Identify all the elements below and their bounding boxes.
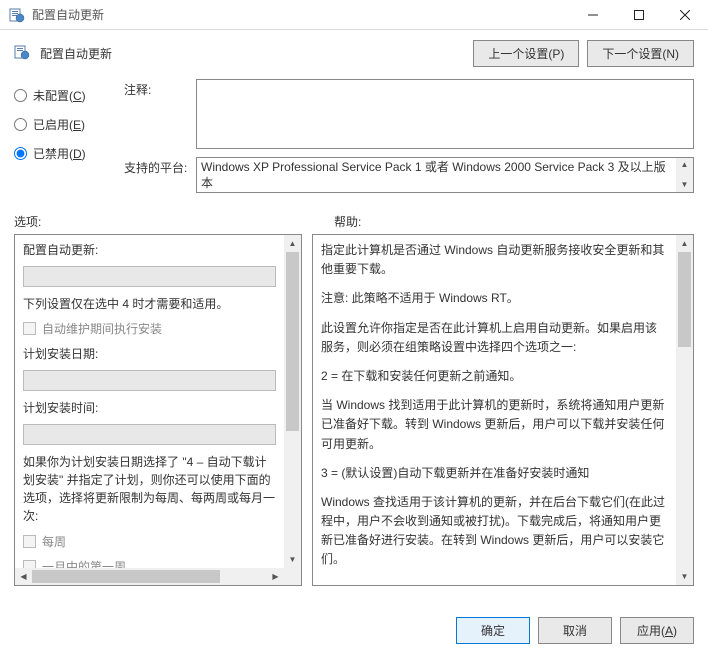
- dialog-footer: 确定 取消 应用(A): [456, 617, 694, 644]
- state-radios: 未配置(C) 已启用(E) 已禁用(D): [14, 79, 124, 201]
- ok-button[interactable]: 确定: [456, 617, 530, 644]
- options-panel: 配置自动更新: 下列设置仅在选中 4 时才需要和适用。 自动维护期间执行安装 计…: [14, 234, 302, 586]
- window-title: 配置自动更新: [28, 6, 570, 23]
- chk-maintenance[interactable]: 自动维护期间执行安装: [23, 320, 276, 337]
- install-time-label: 计划安装时间:: [23, 399, 276, 416]
- close-button[interactable]: [662, 0, 708, 30]
- scroll-right-icon[interactable]: ▶: [267, 568, 284, 585]
- install-day-dropdown[interactable]: [23, 370, 276, 391]
- app-icon: [6, 7, 28, 23]
- options-vscrollbar[interactable]: ▲ ▼: [284, 235, 301, 568]
- scroll-up-icon[interactable]: ▲: [676, 235, 693, 252]
- radio-enabled[interactable]: 已启用(E): [14, 116, 124, 133]
- config-area: 未配置(C) 已启用(E) 已禁用(D) 注释: 支持的平台: Windows …: [0, 73, 708, 205]
- options-label: 选项:: [14, 213, 314, 230]
- page-title: 配置自动更新: [40, 45, 473, 62]
- options-hscrollbar[interactable]: ◀ ▶: [15, 568, 284, 585]
- chk-first-week[interactable]: 一月中的第一周: [23, 558, 276, 568]
- configure-dropdown[interactable]: [23, 266, 276, 287]
- platform-scrollbar[interactable]: ▲ ▼: [676, 158, 693, 192]
- install-explain: 如果你为计划安装日期选择了 "4 – 自动下载计划安装" 并指定了计划，则你还可…: [23, 453, 276, 525]
- help-text: 指定此计算机是否通过 Windows 自动更新服务接收安全更新和其他重要下载。 …: [313, 235, 676, 585]
- scroll-down-icon[interactable]: ▼: [681, 180, 689, 190]
- install-time-dropdown[interactable]: [23, 424, 276, 445]
- header: 配置自动更新 上一个设置(P) 下一个设置(N): [0, 30, 708, 73]
- scroll-down-icon[interactable]: ▼: [676, 568, 693, 585]
- scroll-left-icon[interactable]: ◀: [15, 568, 32, 585]
- title-bar: 配置自动更新: [0, 0, 708, 30]
- chk-weekly[interactable]: 每周: [23, 533, 276, 550]
- scroll-corner: [284, 568, 301, 585]
- install-day-label: 计划安装日期:: [23, 345, 276, 362]
- platform-text: Windows XP Professional Service Pack 1 或…: [201, 160, 666, 190]
- checkbox-icon: [23, 560, 36, 568]
- minimize-button[interactable]: [570, 0, 616, 30]
- checkbox-icon: [23, 535, 36, 548]
- scroll-up-icon[interactable]: ▲: [284, 235, 301, 252]
- previous-setting-button[interactable]: 上一个设置(P): [473, 40, 579, 67]
- radio-disabled[interactable]: 已禁用(D): [14, 145, 124, 162]
- checkbox-icon: [23, 322, 36, 335]
- cancel-button[interactable]: 取消: [538, 617, 612, 644]
- help-vscrollbar[interactable]: ▲ ▼: [676, 235, 693, 585]
- platform-label: 支持的平台:: [124, 157, 196, 193]
- comment-label: 注释:: [124, 79, 196, 149]
- help-label: 帮助:: [334, 213, 361, 230]
- scroll-up-icon[interactable]: ▲: [681, 160, 689, 170]
- platform-box: Windows XP Professional Service Pack 1 或…: [196, 157, 694, 193]
- maximize-button[interactable]: [616, 0, 662, 30]
- next-setting-button[interactable]: 下一个设置(N): [587, 40, 694, 67]
- radio-not-configured[interactable]: 未配置(C): [14, 87, 124, 104]
- option-note: 下列设置仅在选中 4 时才需要和适用。: [23, 295, 276, 312]
- policy-icon: [14, 44, 34, 63]
- apply-button[interactable]: 应用(A): [620, 617, 694, 644]
- help-panel: 指定此计算机是否通过 Windows 自动更新服务接收安全更新和其他重要下载。 …: [312, 234, 694, 586]
- option-header: 配置自动更新:: [23, 241, 276, 258]
- comment-input[interactable]: [196, 79, 694, 149]
- scroll-down-icon[interactable]: ▼: [284, 551, 301, 568]
